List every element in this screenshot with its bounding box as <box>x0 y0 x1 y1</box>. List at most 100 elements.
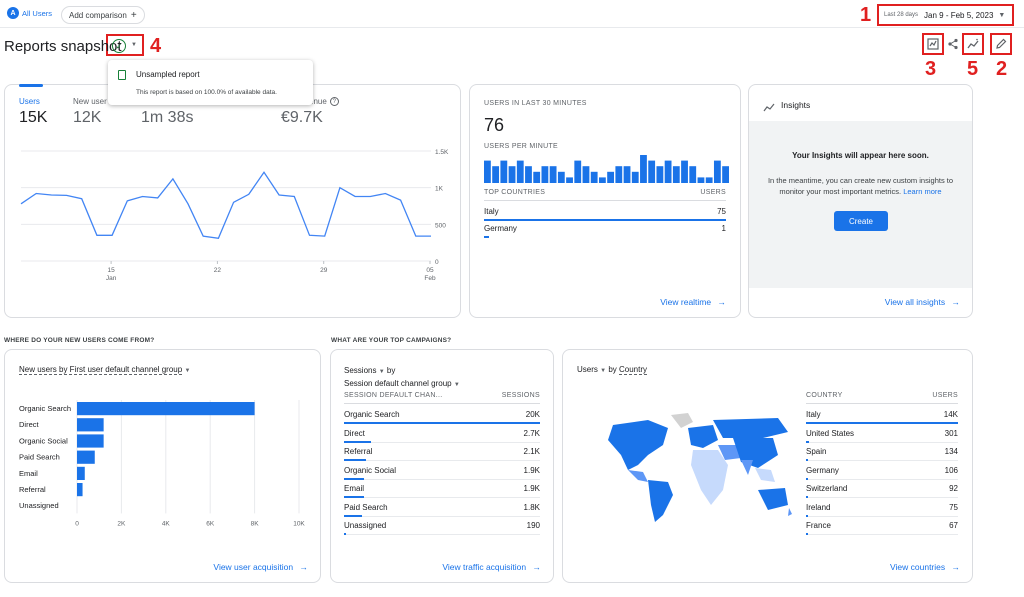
category-label: Unassigned <box>19 501 59 510</box>
campaigns-card: Sessions ▼ by Session default channel gr… <box>330 349 554 583</box>
annotation-box-1 <box>877 4 1014 26</box>
row-label: Organic Social <box>344 465 397 475</box>
per-minute-bar <box>607 171 615 183</box>
row-label: United States <box>806 428 855 438</box>
countries-card-title[interactable]: Users ▼ by Country <box>577 365 648 375</box>
bar-direct[interactable] <box>77 418 104 432</box>
row-label: Organic Search <box>344 410 400 419</box>
bar-paid-search[interactable] <box>77 450 95 464</box>
table-row[interactable]: Germany 106 <box>806 462 958 480</box>
edit-pencil-icon[interactable] <box>993 36 1009 52</box>
bar-referral[interactable] <box>77 483 83 497</box>
row-value: 1.9K <box>523 484 540 493</box>
table-row[interactable]: Germany 1 <box>484 220 726 238</box>
row-value: 14K <box>943 410 958 419</box>
share-icon[interactable] <box>945 36 961 52</box>
map-australia <box>758 488 788 510</box>
category-label: Organic Search <box>19 404 71 413</box>
sessions-dropdown[interactable]: Sessions <box>344 366 376 375</box>
overview-card: Users 15K New user 12K 1m 38s enue ? €9.… <box>4 84 461 318</box>
row-value: 190 <box>526 521 540 530</box>
per-minute-bar <box>566 177 573 183</box>
row-label: Spain <box>806 447 827 456</box>
countries-card: Users ▼ by Country COUNTRY USERS Italy 14… <box>562 349 973 583</box>
category-label: Paid Search <box>19 453 60 462</box>
map-south-america <box>648 480 673 522</box>
insights-icon[interactable] <box>965 36 981 52</box>
acquisition-card-title[interactable]: New users by First user default channel … <box>19 365 190 375</box>
category-label: Referral <box>19 485 46 494</box>
new-users-bar-chart: 0 2K 4K 6K 8K 10K Organic Search Direct Organic … <box>19 400 305 527</box>
table-row[interactable]: Direct 2.7K <box>344 425 540 443</box>
table-row[interactable]: Email 1.9K <box>344 480 540 498</box>
arrow-right-icon: → <box>951 562 961 572</box>
caret-down-icon: ▼ <box>453 382 460 388</box>
row-label: Switzerland <box>806 484 848 493</box>
table-row[interactable]: Unassigned 190 <box>344 517 540 535</box>
table-row[interactable]: Ireland 75 <box>806 499 958 517</box>
annotation-label-4: 4 <box>150 35 162 57</box>
section-title-new-users: WHERE DO YOUR NEW USERS COME FROM? <box>4 337 155 344</box>
x-tick-label: 05 <box>426 267 434 274</box>
add-comparison-button[interactable]: Add comparison + <box>61 6 145 24</box>
bar-email[interactable] <box>77 466 85 480</box>
map-india <box>741 460 753 475</box>
table-row[interactable]: France 67 <box>806 517 958 535</box>
view-all-insights-link[interactable]: View all insights → <box>885 297 960 307</box>
annotation-label-5: 5 <box>967 58 979 80</box>
x-tick-month-label: Jan <box>106 275 117 282</box>
row-country: Germany <box>484 224 517 233</box>
comparison-avatar[interactable]: A <box>7 7 19 19</box>
view-user-acquisition-link[interactable]: View user acquisition → <box>213 562 308 572</box>
row-value: 1.8K <box>523 502 540 512</box>
table-row[interactable]: Switzerland 92 <box>806 480 958 498</box>
per-minute-bar <box>672 166 680 183</box>
table-row[interactable]: Paid Search 1.8K <box>344 499 540 517</box>
table-row[interactable]: United States 301 <box>806 425 958 443</box>
country-dimension[interactable]: Country <box>619 365 648 375</box>
row-value: 1.9K <box>523 465 540 475</box>
by-word: by <box>386 366 396 375</box>
x-tick-label: 0 <box>75 520 79 527</box>
table-row[interactable]: Italy 75 <box>484 203 726 221</box>
view-traffic-acquisition-link[interactable]: View traffic acquisition → <box>442 562 541 572</box>
arrow-right-icon: → <box>299 562 309 572</box>
table-row[interactable]: Referral 2.1K <box>344 443 540 461</box>
session-channel-dropdown[interactable]: Session default channel group <box>344 379 452 388</box>
all-users-chip[interactable]: All Users <box>22 9 52 18</box>
customize-report-icon[interactable] <box>925 36 941 52</box>
table-row[interactable]: Spain 134 <box>806 443 958 461</box>
create-insight-button[interactable]: Create <box>834 211 888 231</box>
category-label: Email <box>19 469 38 478</box>
learn-more-link[interactable]: Learn more <box>903 187 941 196</box>
per-minute-bar <box>615 166 623 183</box>
per-minute-bar <box>705 177 713 183</box>
view-countries-label: View countries <box>890 562 946 572</box>
series-line-users <box>20 171 431 240</box>
view-user-acquisition-label: View user acquisition <box>213 562 294 572</box>
table-row[interactable]: Organic Social 1.9K <box>344 462 540 480</box>
per-minute-bar <box>664 160 672 183</box>
campaigns-card-title[interactable]: Sessions ▼ by Session default channel gr… <box>344 365 460 391</box>
row-value: 67 <box>949 521 958 530</box>
row-users: 75 <box>717 207 726 216</box>
view-realtime-link[interactable]: View realtime → <box>660 297 726 307</box>
data-quality-icon[interactable]: ✓ <box>112 39 126 53</box>
world-map[interactable] <box>593 410 793 525</box>
users-dropdown[interactable]: Users <box>577 365 598 374</box>
row-label: Italy <box>806 410 821 419</box>
rt-users-header: USERS <box>700 189 726 196</box>
unsampled-report-popover: Unsampled report This report is based on… <box>108 60 313 105</box>
bar-organic-search[interactable] <box>77 402 255 416</box>
table-row[interactable]: Italy 14K <box>806 406 958 424</box>
table-row[interactable]: Organic Search 20K <box>344 406 540 424</box>
per-minute-bar <box>681 160 688 183</box>
row-value: 2.1K <box>523 447 540 456</box>
bar-organic-social[interactable] <box>77 434 104 448</box>
data-quality-caret-icon[interactable]: ▼ <box>131 42 137 48</box>
row-bar <box>484 236 489 238</box>
by-word: by <box>608 365 617 374</box>
per-minute-bar <box>525 166 532 183</box>
view-countries-link[interactable]: View countries → <box>890 562 960 572</box>
x-tick-label: 15 <box>107 267 115 274</box>
